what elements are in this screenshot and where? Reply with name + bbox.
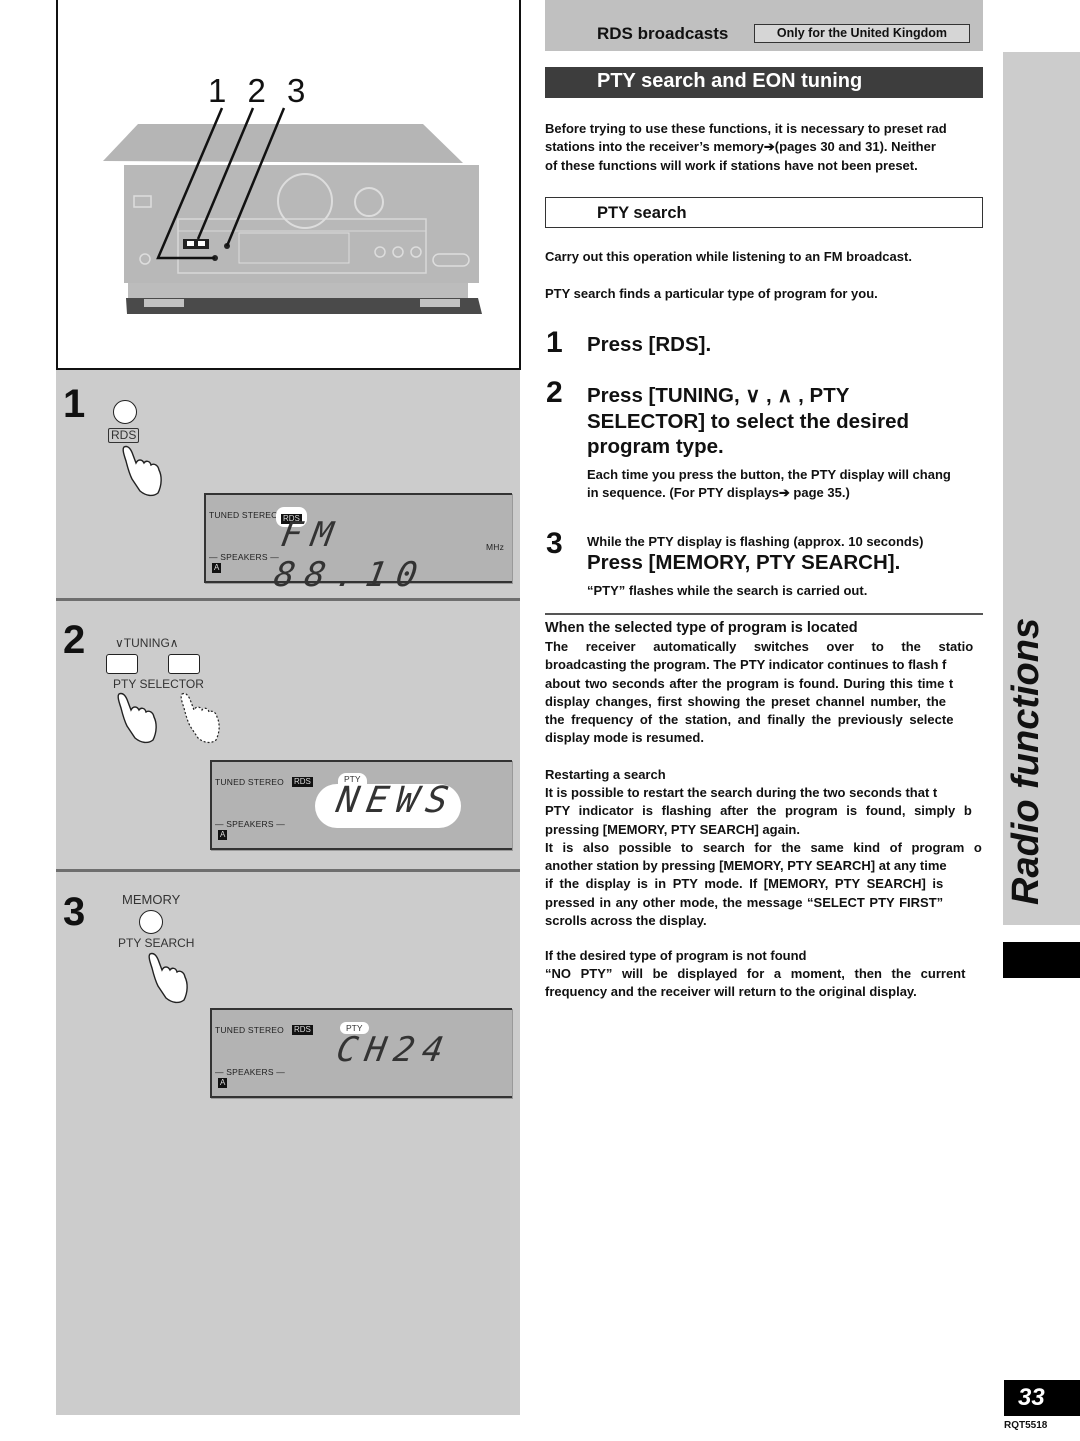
document-code: RQT5518 bbox=[1004, 1420, 1048, 1431]
step-2-detail: Each time you press the button, the PTY … bbox=[587, 467, 951, 501]
pty-selector-label: PTY SELECTOR bbox=[113, 677, 204, 691]
lcd-display-news: TUNED STEREO RDS PTY NEWS — SPEAKERS — A bbox=[210, 760, 512, 850]
located-heading: When the selected type of program is loc… bbox=[545, 620, 858, 636]
not-found-text: “NO PTY” will be displayed for a moment,… bbox=[545, 966, 966, 1000]
restart-heading: Restarting a search bbox=[545, 767, 666, 782]
step-3-heading: Press [MEMORY, PTY SEARCH]. bbox=[587, 551, 901, 574]
rds-indicator: RDS bbox=[292, 777, 313, 787]
chapter-marker bbox=[1003, 942, 1080, 978]
intro-text: Before trying to use these functions, it… bbox=[545, 121, 947, 173]
tuning-down-button[interactable] bbox=[106, 654, 138, 674]
region-badge: Only for the United Kingdom bbox=[754, 24, 970, 43]
rds-button-label: RDS bbox=[108, 428, 140, 443]
chapter-label: Radio functions bbox=[1005, 617, 1047, 905]
lcd-frequency: FM 88.10 bbox=[270, 515, 431, 595]
panel-step-number: 2 bbox=[63, 618, 86, 662]
pty-search-label: PTY SEARCH bbox=[118, 936, 195, 950]
panel-divider bbox=[56, 869, 520, 872]
pty-search-subheading: PTY search bbox=[597, 204, 687, 222]
receiver-illustration-frame: 1 2 3 bbox=[56, 0, 521, 370]
panel-step-number: 1 bbox=[63, 382, 86, 426]
step-3-precondition: While the PTY display is flashing (appro… bbox=[587, 534, 924, 549]
rds-button[interactable] bbox=[113, 400, 137, 424]
lcd-tuned-stereo: TUNED STEREO bbox=[215, 1025, 284, 1035]
lcd-pty-type: NEWS bbox=[333, 780, 460, 821]
step-number: 3 bbox=[546, 527, 563, 560]
lcd-tuned-stereo: TUNED STEREO bbox=[215, 777, 284, 787]
step-3-detail: “PTY” flashes while the search is carrie… bbox=[587, 583, 868, 598]
pointing-hand-icon bbox=[117, 692, 157, 744]
lcd-channel: CH24 bbox=[333, 1030, 455, 1070]
page-number: 33 bbox=[1004, 1380, 1080, 1416]
lcd-speakers: — SPEAKERS — bbox=[215, 1067, 285, 1077]
rds-indicator: RDS bbox=[292, 1025, 313, 1035]
fm-broadcast-note: Carry out this operation while listening… bbox=[545, 249, 912, 264]
lcd-display-channel: TUNED STEREO RDS PTY CH24 — SPEAKERS — A bbox=[210, 1008, 512, 1098]
restart-text: It is possible to restart the search dur… bbox=[545, 785, 982, 929]
memory-label: MEMORY bbox=[122, 892, 181, 907]
memory-pty-search-button[interactable] bbox=[139, 910, 163, 934]
lcd-speakers: — SPEAKERS — bbox=[215, 819, 285, 829]
lcd-display-fm: TUNED STEREO RDS FM 88.10 MHz — SPEAKERS… bbox=[204, 493, 512, 595]
receiver-drawing bbox=[103, 107, 482, 314]
not-found-heading: If the desired type of program is not fo… bbox=[545, 948, 807, 963]
located-text: The receiver automatically switches over… bbox=[545, 639, 974, 746]
step-number: 2 bbox=[546, 376, 563, 409]
page-title: PTY search and EON tuning bbox=[597, 70, 863, 92]
step-2-heading: Press [TUNING, ∨ , ∧ , PTY SELECTOR] to … bbox=[587, 384, 910, 458]
section-label: RDS broadcasts bbox=[597, 24, 729, 43]
pointing-hand-dotted-icon bbox=[180, 692, 220, 744]
step-number: 1 bbox=[546, 326, 563, 359]
lcd-speakers: — SPEAKERS — bbox=[209, 552, 279, 562]
tuning-up-button[interactable] bbox=[168, 654, 200, 674]
section-divider bbox=[545, 613, 983, 615]
step-1-heading: Press [RDS]. bbox=[587, 333, 712, 356]
lcd-tuned-stereo: TUNED STEREO bbox=[209, 510, 278, 520]
speaker-a-indicator: A bbox=[212, 563, 222, 573]
speaker-a-indicator: A bbox=[218, 1078, 228, 1088]
tuning-label: ∨TUNING∧ bbox=[115, 636, 179, 650]
pointing-hand-icon bbox=[148, 952, 188, 1004]
speaker-a-indicator: A bbox=[218, 830, 228, 840]
pointing-hand-icon bbox=[122, 445, 162, 497]
panel-divider bbox=[56, 598, 520, 601]
panel-step-number: 3 bbox=[63, 890, 86, 934]
lcd-unit: MHz bbox=[486, 542, 505, 552]
pty-search-description: PTY search finds a particular type of pr… bbox=[545, 286, 878, 301]
